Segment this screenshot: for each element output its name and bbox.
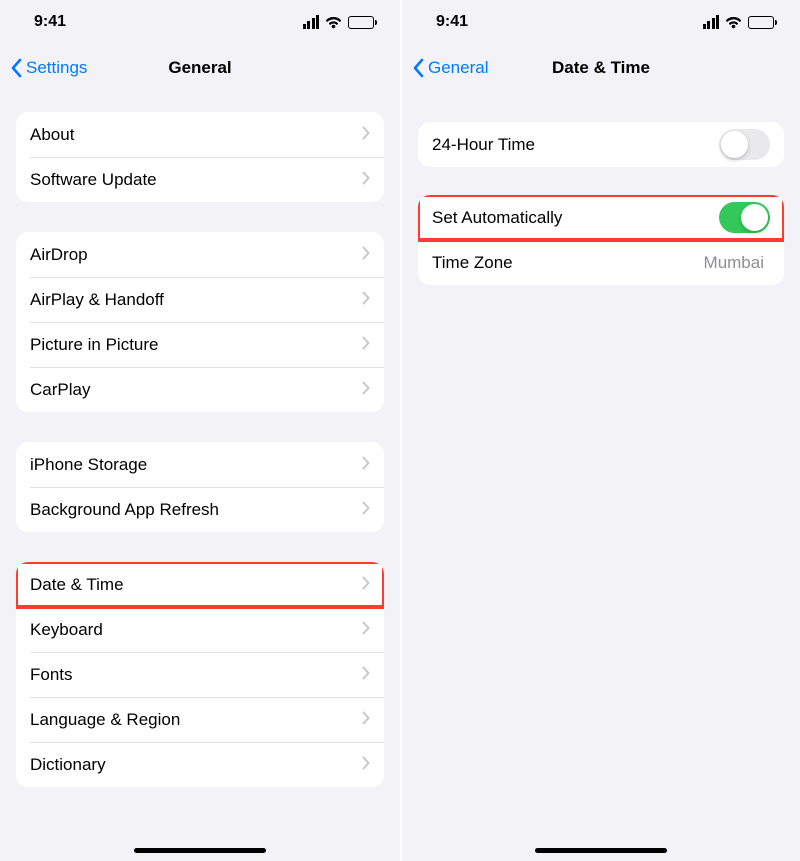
row-picture-in-picture[interactable]: Picture in Picture (16, 322, 384, 367)
row-label: Language & Region (30, 710, 362, 730)
toggle-set-automatically[interactable] (719, 202, 770, 233)
row-background-app-refresh[interactable]: Background App Refresh (16, 487, 384, 532)
nav-bar: General Date & Time (402, 44, 800, 92)
battery-icon (348, 16, 374, 29)
chevron-right-icon (362, 455, 370, 475)
status-time: 9:41 (436, 13, 468, 31)
cellular-signal-icon (703, 15, 720, 29)
row-iphone-storage[interactable]: iPhone Storage (16, 442, 384, 487)
row-label: Fonts (30, 665, 362, 685)
settings-group: Date & Time Keyboard Fonts Language & Re… (16, 562, 384, 787)
settings-content: About Software Update AirDrop AirPlay & … (0, 92, 400, 817)
row-label: iPhone Storage (30, 455, 362, 475)
settings-group: iPhone Storage Background App Refresh (16, 442, 384, 532)
row-label: Software Update (30, 170, 362, 190)
row-label: Picture in Picture (30, 335, 362, 355)
chevron-right-icon (362, 170, 370, 190)
home-indicator[interactable] (134, 848, 266, 853)
row-fonts[interactable]: Fonts (16, 652, 384, 697)
chevron-right-icon (362, 665, 370, 685)
cellular-signal-icon (303, 15, 320, 29)
settings-group: Set Automatically Time Zone Mumbai (418, 195, 784, 285)
chevron-right-icon (362, 575, 370, 595)
home-indicator[interactable] (535, 848, 667, 853)
status-bar: 9:41 (0, 0, 400, 44)
chevron-right-icon (362, 125, 370, 145)
row-dictionary[interactable]: Dictionary (16, 742, 384, 787)
chevron-left-icon (10, 58, 22, 78)
chevron-right-icon (362, 500, 370, 520)
back-label: Settings (26, 58, 87, 78)
row-label: Dictionary (30, 755, 362, 775)
row-label: Set Automatically (432, 208, 719, 228)
row-24-hour-time: 24-Hour Time (418, 122, 784, 167)
chevron-right-icon (362, 290, 370, 310)
row-label: Time Zone (432, 253, 704, 273)
row-software-update[interactable]: Software Update (16, 157, 384, 202)
row-airdrop[interactable]: AirDrop (16, 232, 384, 277)
row-label: About (30, 125, 362, 145)
chevron-right-icon (362, 755, 370, 775)
phone-date-time: 9:41 General Date & Time 24-Hour Time (400, 0, 800, 861)
phone-general: 9:41 Settings General About Software Upd… (0, 0, 400, 861)
status-indicators (303, 15, 375, 29)
status-time: 9:41 (34, 13, 66, 31)
row-date-time[interactable]: Date & Time (16, 562, 384, 607)
row-label: Date & Time (30, 575, 362, 595)
chevron-right-icon (362, 710, 370, 730)
toggle-24-hour-time[interactable] (719, 129, 770, 160)
status-indicators (703, 15, 775, 29)
settings-group: AirDrop AirPlay & Handoff Picture in Pic… (16, 232, 384, 412)
row-time-zone[interactable]: Time Zone Mumbai (418, 240, 784, 285)
row-label: AirPlay & Handoff (30, 290, 362, 310)
row-airplay-handoff[interactable]: AirPlay & Handoff (16, 277, 384, 322)
chevron-right-icon (362, 380, 370, 400)
back-button[interactable]: General (412, 58, 488, 78)
row-set-automatically: Set Automatically (418, 195, 784, 240)
row-label: CarPlay (30, 380, 362, 400)
chevron-left-icon (412, 58, 424, 78)
row-label: Background App Refresh (30, 500, 362, 520)
back-label: General (428, 58, 488, 78)
chevron-right-icon (362, 245, 370, 265)
row-label: Keyboard (30, 620, 362, 640)
row-carplay[interactable]: CarPlay (16, 367, 384, 412)
status-bar: 9:41 (402, 0, 800, 44)
row-language-region[interactable]: Language & Region (16, 697, 384, 742)
row-label: AirDrop (30, 245, 362, 265)
wifi-icon (325, 16, 342, 29)
row-keyboard[interactable]: Keyboard (16, 607, 384, 652)
row-label: 24-Hour Time (432, 135, 719, 155)
nav-bar: Settings General (0, 44, 400, 92)
settings-group: 24-Hour Time (418, 122, 784, 167)
settings-group: About Software Update (16, 112, 384, 202)
chevron-right-icon (362, 335, 370, 355)
wifi-icon (725, 16, 742, 29)
back-button[interactable]: Settings (10, 58, 87, 78)
settings-content: 24-Hour Time Set Automatically Time Zone… (402, 92, 800, 315)
battery-icon (748, 16, 774, 29)
chevron-right-icon (362, 620, 370, 640)
row-value: Mumbai (704, 253, 764, 273)
row-about[interactable]: About (16, 112, 384, 157)
